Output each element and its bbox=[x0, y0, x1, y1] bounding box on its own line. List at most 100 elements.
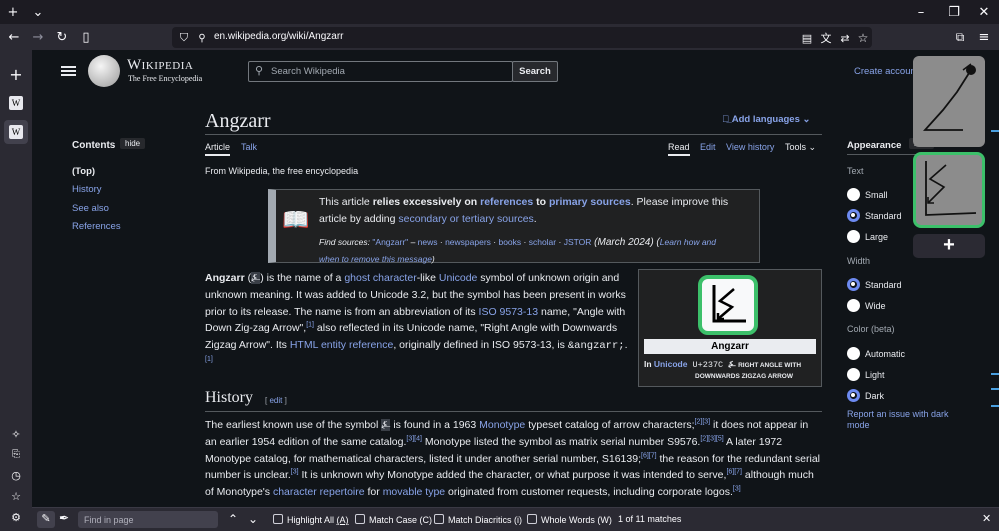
ai-sparkle-icon[interactable]: ✧ bbox=[7, 425, 25, 443]
entity-code: &angzarr; bbox=[567, 340, 625, 353]
bookmarks-icon[interactable]: ☆ bbox=[7, 487, 25, 505]
new-tab-icon[interactable]: + bbox=[7, 65, 25, 84]
close-icon[interactable]: ✕ bbox=[975, 3, 993, 21]
jstor-link[interactable]: JSTOR bbox=[564, 237, 592, 247]
ref[interactable]: [3] bbox=[733, 486, 741, 493]
checkbox-box bbox=[355, 514, 365, 524]
ref[interactable]: [3] bbox=[291, 469, 299, 476]
pen-tool-icon[interactable]: ✎ bbox=[37, 511, 55, 528]
main-menu-icon[interactable] bbox=[61, 66, 76, 76]
ref-1[interactable]: [1] bbox=[205, 356, 213, 363]
match-case-checkbox[interactable]: Match Case (C) bbox=[355, 514, 432, 525]
toc-item-see-also[interactable]: See also bbox=[72, 203, 109, 214]
ref-1[interactable]: [1] bbox=[306, 322, 314, 329]
movable-type-link[interactable]: movable type bbox=[383, 486, 445, 498]
secondary-sources-link[interactable]: secondary or tertiary sources bbox=[398, 213, 533, 225]
unicode-link[interactable]: Unicode bbox=[439, 272, 478, 284]
ref[interactable]: [6][7] bbox=[726, 469, 742, 476]
whole-words-checkbox[interactable]: Whole Words (W) bbox=[527, 514, 612, 525]
history-icon[interactable]: ⎘ bbox=[7, 445, 25, 463]
width-standard-radio[interactable] bbox=[847, 278, 860, 291]
wikipedia-tab-icon[interactable]: W bbox=[9, 96, 23, 110]
monotype-link[interactable]: Monotype bbox=[479, 419, 525, 431]
wikipedia-globe-icon[interactable] bbox=[88, 55, 120, 87]
toc-item-references[interactable]: References bbox=[72, 221, 121, 232]
iso-link[interactable]: ISO 9573-13 bbox=[479, 306, 539, 318]
close-find-bar-icon[interactable]: ✕ bbox=[982, 512, 991, 525]
toc-item-top[interactable]: (Top) bbox=[72, 166, 95, 177]
tab-talk[interactable]: Talk bbox=[241, 142, 257, 152]
ref[interactable]: [2][3] bbox=[695, 419, 711, 426]
find-next-icon[interactable]: ⌄ bbox=[248, 512, 258, 526]
report-dark-mode-link[interactable]: Report an issue with dark mode bbox=[847, 409, 949, 431]
tab-read[interactable]: Read bbox=[668, 142, 690, 156]
ref[interactable]: [3][4] bbox=[406, 435, 422, 442]
plus-icon[interactable]: + bbox=[4, 3, 22, 21]
minimize-icon[interactable]: – bbox=[912, 3, 930, 21]
unicode-link[interactable]: Unicode bbox=[654, 359, 688, 369]
tools-menu[interactable]: Tools ⌄ bbox=[785, 142, 816, 153]
add-languages-button[interactable]: 文̲ Add languages ⌄ bbox=[722, 114, 810, 125]
shield-icon[interactable]: ⛉ bbox=[175, 29, 193, 47]
eyedropper-icon[interactable]: ✒ bbox=[59, 511, 69, 525]
learn-how-link-2[interactable]: when to remove this message bbox=[319, 254, 432, 264]
drawing-thumbnail-1[interactable] bbox=[913, 56, 985, 147]
highlight-all-checkbox[interactable]: Highlight All (A) bbox=[273, 514, 349, 525]
scholar-link[interactable]: scholar bbox=[529, 237, 556, 247]
drawing-thumbnail-2[interactable] bbox=[913, 152, 985, 228]
text-large-radio[interactable] bbox=[847, 230, 860, 243]
tab-article[interactable]: Article bbox=[205, 142, 231, 156]
create-account-link[interactable]: Create account bbox=[854, 66, 918, 77]
translate-page-icon[interactable]: ⇄ bbox=[836, 29, 854, 47]
forward-icon[interactable]: → bbox=[29, 28, 47, 46]
toc-hide-button[interactable]: hide bbox=[120, 138, 146, 149]
page-info-icon[interactable]: ⚲ bbox=[193, 29, 211, 47]
match-diacritics-checkbox[interactable]: Match Diacritics (i) bbox=[434, 514, 522, 525]
t: the reason for the redundant serial bbox=[656, 452, 821, 465]
clock-icon[interactable]: ◷ bbox=[7, 466, 25, 484]
chevron-down-icon[interactable]: ⌄ bbox=[29, 3, 47, 21]
books-link[interactable]: books bbox=[498, 237, 521, 247]
sidebar-toggle-icon[interactable]: ▯ bbox=[77, 28, 95, 46]
reload-icon[interactable]: ↻ bbox=[53, 28, 71, 46]
text-small-radio[interactable] bbox=[847, 188, 860, 201]
ghost-character-link[interactable]: ghost character bbox=[344, 272, 416, 284]
find-query-link[interactable]: "Angzarr" bbox=[372, 237, 408, 247]
tab-view-history[interactable]: View history bbox=[726, 142, 774, 152]
find-previous-icon[interactable]: ⌃ bbox=[228, 512, 238, 526]
translate-icon[interactable]: 文 bbox=[817, 29, 835, 47]
text-standard-radio[interactable] bbox=[847, 209, 860, 222]
search-button[interactable]: Search bbox=[512, 61, 558, 82]
news-link[interactable]: news bbox=[418, 237, 438, 247]
color-dark-radio[interactable] bbox=[847, 389, 860, 402]
url-bar[interactable]: ⛉ ⚲ en.wikipedia.org/wiki/Angzarr ▤ 文 ⇄ … bbox=[172, 27, 872, 48]
ref[interactable]: [2][3][5] bbox=[700, 435, 723, 442]
references-link[interactable]: references bbox=[480, 196, 533, 208]
character-repertoire-link[interactable]: character repertoire bbox=[273, 486, 365, 498]
add-drawing-button[interactable]: + bbox=[913, 234, 985, 258]
color-automatic-radio[interactable] bbox=[847, 347, 860, 360]
toc-item-history[interactable]: History bbox=[72, 184, 102, 195]
extensions-icon[interactable]: ⧉ bbox=[951, 28, 969, 46]
newspapers-link[interactable]: newspapers bbox=[445, 237, 491, 247]
learn-how-link[interactable]: Learn how and bbox=[660, 237, 716, 247]
search-input[interactable]: ⚲ Search Wikipedia bbox=[248, 61, 513, 82]
ref[interactable]: [6][7] bbox=[641, 452, 657, 459]
color-light-radio[interactable] bbox=[847, 368, 860, 381]
width-wide-radio[interactable] bbox=[847, 299, 860, 312]
logo-title[interactable]: Wikipedia bbox=[127, 57, 193, 74]
find-input[interactable]: Find in page bbox=[78, 511, 218, 528]
back-icon[interactable]: ← bbox=[5, 28, 23, 46]
menu-icon[interactable]: ≡ bbox=[975, 28, 993, 46]
reader-view-icon[interactable]: ▤ bbox=[798, 29, 816, 47]
history-edit-link[interactable]: edit bbox=[269, 396, 282, 405]
wikipedia-tab-active-icon[interactable]: W bbox=[9, 125, 23, 139]
tab-edit[interactable]: Edit bbox=[700, 142, 716, 152]
restore-icon[interactable]: ❐ bbox=[945, 3, 963, 21]
bookmark-star-icon[interactable]: ☆ bbox=[854, 29, 872, 47]
infobox-caption: Angzarr bbox=[644, 339, 816, 354]
settings-icon[interactable]: ⚙ bbox=[7, 508, 25, 526]
url-text[interactable]: en.wikipedia.org/wiki/Angzarr bbox=[214, 31, 344, 42]
html-entity-link[interactable]: HTML entity reference bbox=[290, 339, 393, 351]
primary-sources-link[interactable]: primary sources bbox=[549, 196, 631, 208]
